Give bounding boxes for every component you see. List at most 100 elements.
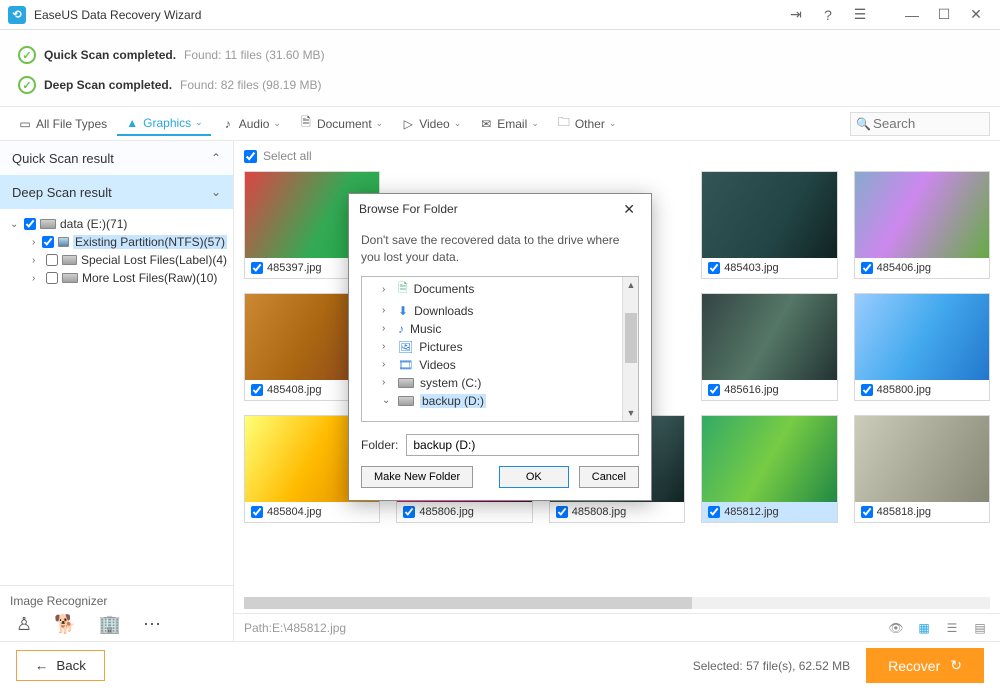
folder-label: Folder: (361, 438, 398, 452)
thumbnail-checkbox[interactable] (708, 506, 720, 518)
recover-button[interactable]: Recover ↻ (866, 648, 984, 683)
make-new-folder-button[interactable]: Make New Folder (361, 466, 473, 488)
dialog-scrollbar[interactable]: ▲ ▼ (622, 277, 638, 421)
node-checkbox[interactable] (46, 254, 58, 266)
drive-icon (62, 255, 77, 265)
folder-node-videos[interactable]: ›🎞Videos (362, 356, 638, 374)
expand-icon[interactable]: › (32, 273, 42, 284)
folder-node-music[interactable]: ›♪Music (362, 320, 638, 338)
filter-audio[interactable]: ♪ Audio ⌄ (213, 113, 289, 135)
tree-node-special-lost[interactable]: › Special Lost Files(Label)(4) (30, 251, 229, 269)
list-view-icon[interactable]: ☰ (942, 618, 962, 638)
building-icon[interactable]: 🏢 (99, 614, 121, 635)
filter-email[interactable]: ✉ Email ⌄ (471, 113, 547, 135)
chevron-down-icon: ⌄ (454, 118, 462, 129)
app-logo-icon: ⟲ (8, 6, 26, 24)
close-button[interactable]: ✕ (960, 1, 992, 29)
deep-scan-result-header[interactable]: Deep Scan result ⌄ (0, 175, 233, 209)
thumbnail-checkbox[interactable] (861, 262, 873, 274)
scan-status-panel: ✓ Quick Scan completed. Found: 11 files … (0, 30, 1000, 107)
detail-view-icon[interactable]: ▤ (970, 618, 990, 638)
dialog-close-button[interactable]: ✕ (617, 199, 641, 220)
videos-icon: 🎞 (398, 358, 413, 372)
scroll-up-icon[interactable]: ▲ (623, 277, 639, 293)
thumbnail-filename: 485397.jpg (267, 262, 321, 274)
footer: ← Back Selected: 57 file(s), 62.52 MB Re… (0, 641, 1000, 689)
result-tree: ⌄ data (E:)(71) › Existing Partition(NTF… (0, 209, 233, 293)
ok-button[interactable]: OK (499, 466, 569, 488)
folder-node-pictures[interactable]: ›🖼Pictures (362, 338, 638, 356)
document-icon: 🗎 (398, 279, 408, 300)
download-icon: ⬇ (398, 304, 408, 318)
tree-node-more-lost[interactable]: › More Lost Files(Raw)(10) (30, 269, 229, 287)
scroll-down-icon[interactable]: ▼ (623, 405, 639, 421)
thumbnail-checkbox[interactable] (708, 262, 720, 274)
thumbnail-item[interactable]: 485403.jpg (701, 171, 837, 279)
quick-scan-result-header[interactable]: Quick Scan result ⌃ (0, 141, 233, 175)
select-all-checkbox[interactable] (244, 150, 257, 163)
deep-scan-label: Deep Scan completed. (44, 78, 172, 92)
node-checkbox[interactable] (24, 218, 36, 230)
partition-icon (58, 237, 69, 247)
expand-icon[interactable]: › (32, 255, 42, 266)
deep-scan-detail: Found: 82 files (98.19 MB) (180, 78, 321, 92)
thumbnail-checkbox[interactable] (251, 384, 263, 396)
folder-node-downloads[interactable]: ›⬇Downloads (362, 302, 638, 320)
thumbnail-checkbox[interactable] (251, 506, 263, 518)
dialog-titlebar: Browse For Folder ✕ (349, 194, 651, 224)
thumbnail-filename: 485804.jpg (267, 506, 321, 518)
filter-video[interactable]: ▷ Video ⌄ (393, 113, 469, 135)
checkmark-icon: ✓ (18, 76, 36, 94)
thumbnail-image (855, 294, 989, 380)
thumbnail-checkbox[interactable] (251, 262, 263, 274)
grid-view-icon[interactable]: ▦ (914, 618, 934, 638)
scroll-thumb[interactable] (625, 313, 637, 363)
filter-document[interactable]: 🗎 Document ⌄ (291, 113, 391, 135)
expand-icon[interactable]: › (32, 237, 38, 248)
search-input[interactable] (850, 112, 990, 136)
minimize-button[interactable]: — (896, 1, 928, 29)
tree-node-root[interactable]: ⌄ data (E:)(71) (8, 215, 229, 233)
node-checkbox[interactable] (42, 236, 54, 248)
thumbnail-item[interactable]: 485406.jpg (854, 171, 990, 279)
folder-input[interactable] (406, 434, 639, 456)
thumbnail-checkbox[interactable] (403, 506, 415, 518)
thumbnail-checkbox[interactable] (708, 384, 720, 396)
collapse-icon[interactable]: ⌄ (10, 219, 20, 230)
help-icon[interactable]: ? (812, 1, 844, 29)
thumbnail-checkbox[interactable] (861, 384, 873, 396)
filter-all[interactable]: ▭ All File Types (10, 113, 115, 135)
thumbnail-checkbox[interactable] (861, 506, 873, 518)
thumbnail-image (702, 294, 836, 380)
thumbnail-item[interactable]: 485812.jpg (701, 415, 837, 523)
thumbnail-filename: 485403.jpg (724, 262, 778, 274)
preview-icon[interactable]: 👁 (886, 618, 906, 638)
thumbnail-item[interactable]: 485800.jpg (854, 293, 990, 401)
animal-icon[interactable]: 🐕 (54, 614, 76, 635)
folder-node-system-c[interactable]: ›system (C:) (362, 374, 638, 392)
graphics-icon: ▲ (125, 116, 139, 130)
thumbnail-item[interactable]: 485818.jpg (854, 415, 990, 523)
tree-node-existing-partition[interactable]: › Existing Partition(NTFS)(57) (30, 233, 229, 251)
node-checkbox[interactable] (46, 272, 58, 284)
person-icon[interactable]: ♙ (16, 614, 32, 635)
thumbnail-item[interactable]: 485616.jpg (701, 293, 837, 401)
horizontal-scrollbar[interactable] (244, 597, 990, 609)
back-button[interactable]: ← Back (16, 650, 105, 681)
titlebar: ⟲ EaseUS Data Recovery Wizard ⇥ ? ☰ — ☐ … (0, 0, 1000, 30)
menu-icon[interactable]: ☰ (844, 1, 876, 29)
image-recognizer-panel: Image Recognizer ♙ 🐕 🏢 ⋯ (0, 585, 233, 641)
cancel-button[interactable]: Cancel (579, 466, 639, 488)
folder-node-backup-d[interactable]: ⌄backup (D:) (362, 392, 638, 410)
activate-icon[interactable]: ⇥ (780, 1, 812, 29)
filter-graphics[interactable]: ▲ Graphics ⌄ (117, 112, 211, 136)
drive-icon (62, 273, 78, 283)
maximize-button[interactable]: ☐ (928, 1, 960, 29)
filter-other[interactable]: 🗀 Other ⌄ (549, 113, 625, 135)
folder-node-documents[interactable]: ›🗎Documents (362, 277, 638, 302)
more-icon[interactable]: ⋯ (143, 614, 161, 635)
path-bar: Path:E:\485812.jpg 👁 ▦ ☰ ▤ (234, 613, 1000, 641)
all-files-icon: ▭ (18, 117, 32, 131)
document-icon: 🗎 (299, 117, 313, 131)
thumbnail-checkbox[interactable] (556, 506, 568, 518)
